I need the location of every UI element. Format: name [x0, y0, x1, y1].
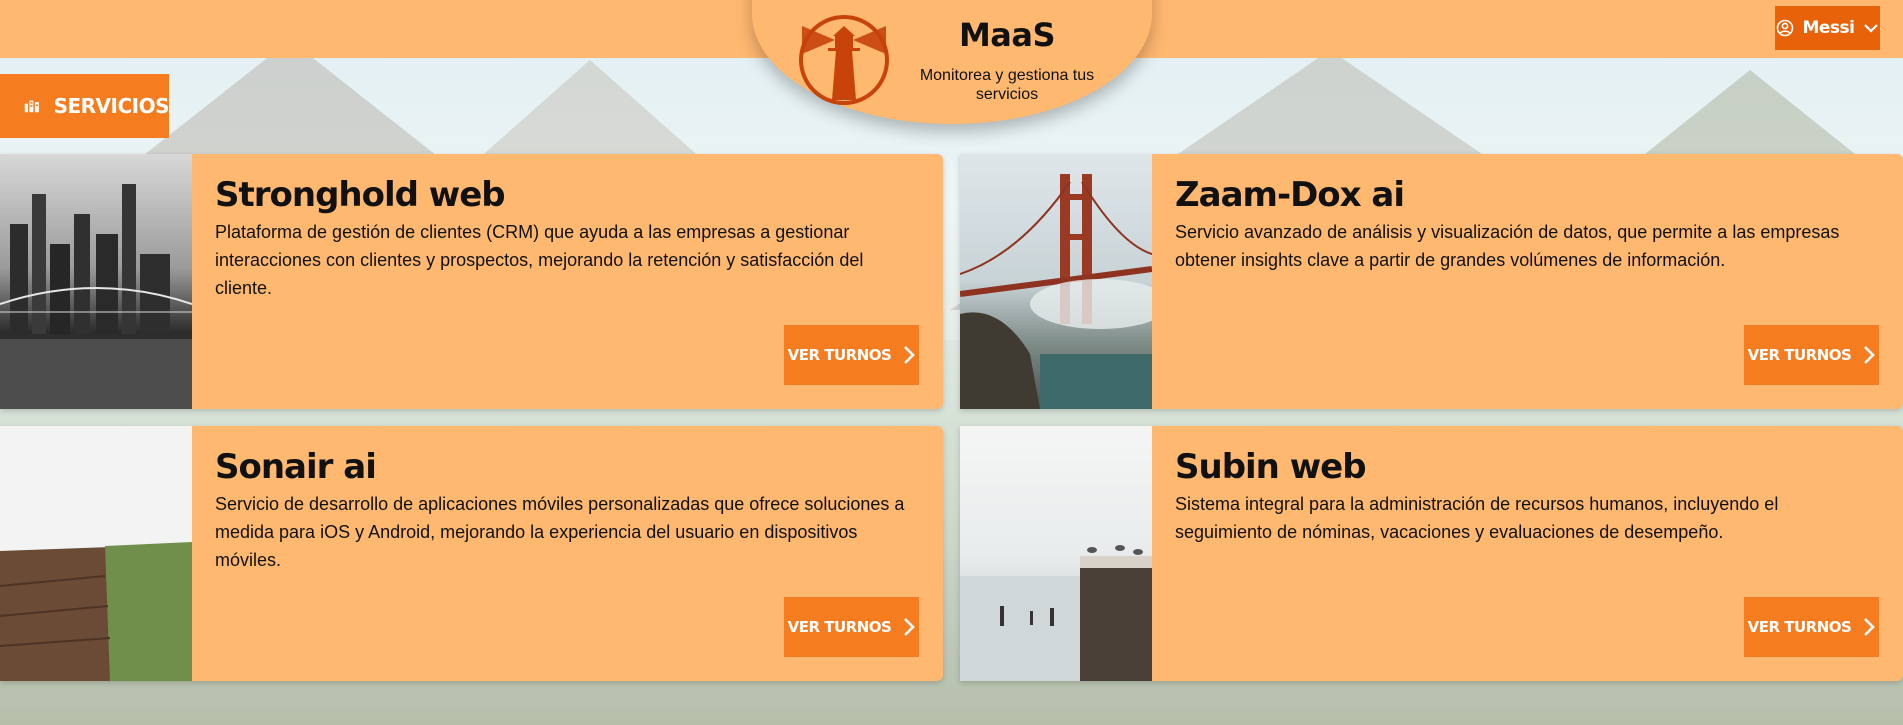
service-card-subin: Subin web Sistema integral para la admin…: [960, 426, 1903, 681]
ver-turnos-label: VER TURNOS: [787, 618, 892, 636]
ver-turnos-label: VER TURNOS: [787, 346, 892, 364]
app-title: MaaS: [958, 16, 1056, 54]
lighthouse-icon: [799, 15, 889, 105]
service-title: Subin web: [1175, 447, 1367, 487]
service-description: Servicio de desarrollo de aplicaciones m…: [215, 494, 905, 570]
ver-turnos-button[interactable]: VER TURNOS: [784, 597, 919, 657]
services-label: SERVICIOS: [53, 94, 170, 118]
service-image-pier: [960, 426, 1152, 681]
chevron-down-icon: [1863, 24, 1878, 33]
user-name: Messi: [1802, 18, 1855, 38]
service-image-field: [0, 426, 192, 681]
ver-turnos-button[interactable]: VER TURNOS: [784, 325, 919, 385]
chevron-right-icon: [1864, 618, 1876, 636]
service-card-stronghold: Stronghold web Plataforma de gestión de …: [0, 154, 943, 409]
ver-turnos-label: VER TURNOS: [1747, 618, 1852, 636]
app-subtitle: Monitorea y gestiona tus servicios: [919, 67, 1095, 103]
ver-turnos-button[interactable]: VER TURNOS: [1744, 597, 1879, 657]
service-image-city: [0, 154, 192, 409]
chevron-right-icon: [1864, 346, 1876, 364]
service-description: Sistema integral para la administración …: [1175, 494, 1779, 542]
chevron-right-icon: [904, 618, 916, 636]
user-menu-button[interactable]: Messi: [1775, 6, 1880, 50]
services-icon: [24, 100, 39, 113]
service-title: Stronghold web: [215, 175, 506, 215]
service-card-sonair: Sonair ai Servicio de desarrollo de apli…: [0, 426, 943, 681]
services-section-tag[interactable]: SERVICIOS: [0, 74, 170, 138]
service-image-bridge: [960, 154, 1152, 409]
service-description: Plataforma de gestión de clientes (CRM) …: [215, 222, 864, 298]
ver-turnos-label: VER TURNOS: [1747, 346, 1852, 364]
service-title: Zaam-Dox ai: [1175, 175, 1405, 215]
chevron-right-icon: [904, 346, 916, 364]
service-card-zaam-dox: Zaam-Dox ai Servicio avanzado de análisi…: [960, 154, 1903, 409]
user-circle-icon: [1777, 19, 1794, 37]
service-description: Servicio avanzado de análisis y visualiz…: [1175, 222, 1840, 270]
ver-turnos-button[interactable]: VER TURNOS: [1744, 325, 1879, 385]
service-title: Sonair ai: [215, 447, 377, 487]
